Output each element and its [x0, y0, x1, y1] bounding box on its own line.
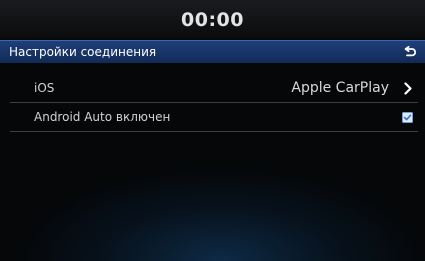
status-bar: 00:00: [0, 0, 425, 38]
title-bar: Настройки соединения: [0, 40, 425, 63]
head-unit-screen: 00:00 Настройки соединения iOS Apple Car…: [0, 0, 425, 261]
ios-label: iOS: [34, 81, 55, 95]
setting-row-ios[interactable]: iOS Apple CarPlay: [0, 74, 425, 102]
back-button[interactable]: [397, 41, 423, 63]
back-arrow-icon: [404, 46, 417, 57]
setting-row-android-auto[interactable]: Android Auto включен: [0, 103, 425, 131]
android-auto-label: Android Auto включен: [34, 110, 171, 124]
clock: 00:00: [181, 9, 244, 31]
checkbox-checked-icon[interactable]: [401, 111, 413, 123]
ios-value: Apple CarPlay: [291, 80, 389, 96]
chevron-right-icon: [401, 80, 415, 96]
row-divider: [10, 131, 418, 132]
page-title: Настройки соединения: [9, 45, 157, 59]
